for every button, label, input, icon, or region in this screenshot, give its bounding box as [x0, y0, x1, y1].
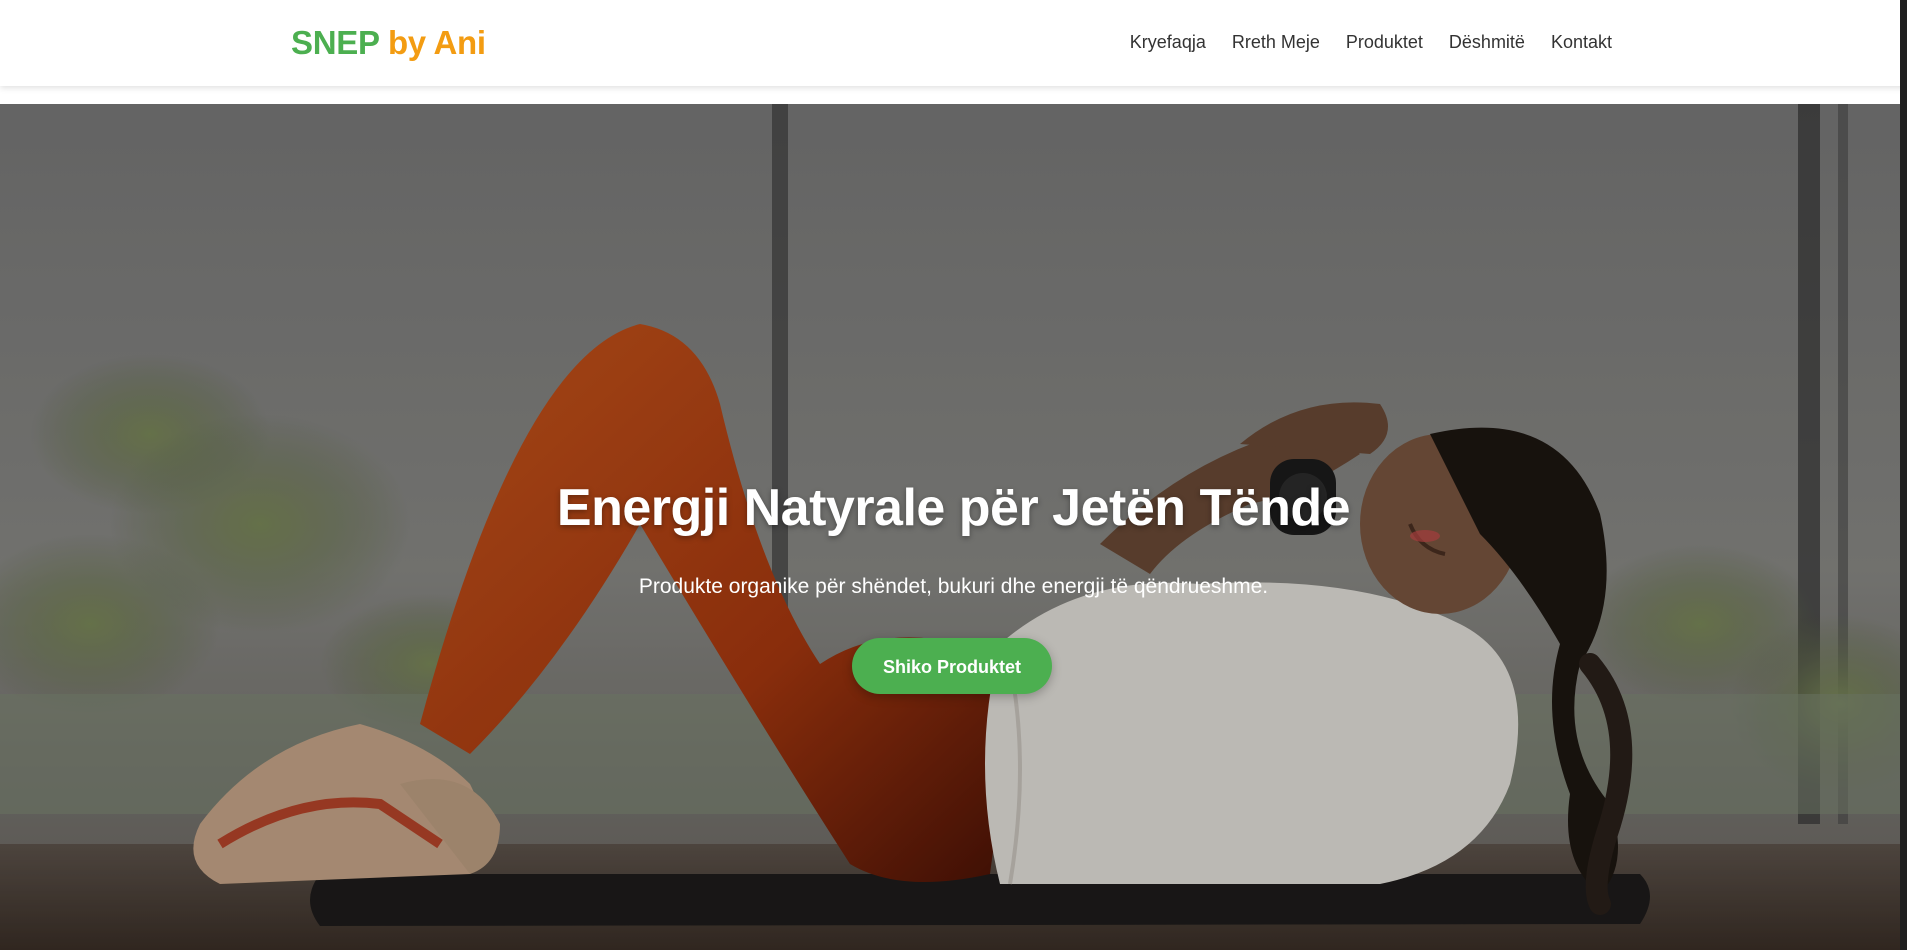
page: SNEP by Ani Kryefaqja Rreth Meje Produkt…: [0, 0, 1907, 950]
nav-link-produktet[interactable]: Produktet: [1333, 28, 1436, 56]
main-nav: Kryefaqja Rreth Meje Produktet Dëshmitë …: [1117, 28, 1612, 56]
logo[interactable]: SNEP by Ani: [291, 22, 486, 64]
nav-link-rreth-meje[interactable]: Rreth Meje: [1219, 28, 1333, 56]
hero-subtitle: Produkte organike për shëndet, bukuri dh…: [638, 575, 1269, 598]
hero-title: Energji Natyrale për Jetën Tënde: [556, 479, 1351, 537]
scrollbar-thumb[interactable]: [1900, 0, 1907, 950]
nav-link-kontakt[interactable]: Kontakt: [1538, 28, 1612, 56]
nav-link-kryefaqja[interactable]: Kryefaqja: [1117, 28, 1219, 56]
view-products-button[interactable]: Shiko Produktet: [852, 638, 1052, 694]
site-header: SNEP by Ani Kryefaqja Rreth Meje Produkt…: [0, 0, 1907, 86]
logo-part-1: SNEP: [291, 24, 380, 61]
nav-link-deshmite[interactable]: Dëshmitë: [1436, 28, 1538, 56]
logo-part-2: by Ani: [387, 24, 486, 61]
scrollbar[interactable]: [1900, 0, 1907, 950]
hero-section: Energji Natyrale për Jetën Tënde Produkt…: [0, 104, 1907, 950]
